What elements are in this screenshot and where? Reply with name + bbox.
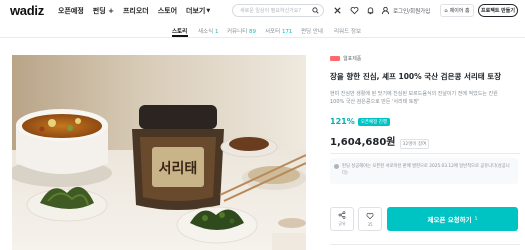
heart-icon	[366, 212, 374, 219]
user-icon[interactable]	[381, 6, 390, 15]
tab-news-count: 1	[214, 29, 219, 35]
nav-more-label: 더보기	[186, 7, 206, 15]
achievement-row: 121% 오픈예정 진행	[330, 117, 390, 126]
info-icon	[334, 164, 339, 169]
active-tab-indicator	[172, 35, 188, 37]
top-header: wadiz 오픈예정 펀딩 + 프리오더 스토어 더보기 ▼ 새로운 일상이 필…	[0, 0, 525, 22]
tab-community[interactable]: 커뮤니티 89	[227, 27, 256, 35]
tab-story[interactable]: 스토리	[172, 27, 187, 35]
chevron-down-icon: ▼	[206, 8, 211, 14]
like-count: 35	[367, 221, 373, 227]
divider	[330, 244, 520, 245]
reopen-request-button[interactable]: 제오픈 요청하기 5	[387, 207, 518, 231]
share-icon	[338, 211, 346, 219]
supporter-count: 32명이 참여	[399, 139, 430, 149]
maker-name: 웹표제품	[343, 56, 362, 62]
tab-supporters[interactable]: 서포터 171	[265, 27, 292, 35]
nav-open-soon[interactable]: 오픈예정	[58, 6, 84, 16]
nav-preorder[interactable]: 프리오더	[123, 6, 149, 16]
product-image[interactable]: 서리태	[12, 55, 306, 250]
project-title: 장을 향한 진심, 셰프 100% 국산 검은콩 서리태 토장	[330, 72, 502, 81]
svg-text:서리태: 서리태	[159, 161, 198, 177]
action-bar: 공유 35 제오픈 요청하기 5	[330, 207, 520, 231]
create-project-button[interactable]: 프로젝트 만들기	[478, 4, 518, 17]
search-input[interactable]: 새로운 일상이 필요하신가요?	[232, 4, 324, 17]
funding-notice: 펀딩 성공해야는 오픈된 서로이런 판매 발현으로 2025.03.12에 일반…	[330, 158, 518, 184]
share-button[interactable]: 공유	[330, 207, 354, 231]
wadiz-logo[interactable]: wadiz	[10, 3, 44, 18]
tab-supporters-count: 171	[281, 29, 293, 35]
tab-reward-info-label: 리워드 정보	[334, 29, 362, 35]
search-icon[interactable]	[312, 7, 319, 14]
close-icon[interactable]	[333, 6, 342, 15]
tab-funding-info-label: 펀딩 안내	[301, 29, 323, 35]
amount-row: 1,604,680원 32명이 참여	[330, 133, 430, 149]
maker-logo	[330, 56, 340, 61]
like-button[interactable]: 35	[358, 207, 382, 231]
heart-icon[interactable]	[350, 6, 359, 15]
tab-community-count: 89	[249, 29, 256, 35]
tab-news-label: 새소식	[198, 29, 214, 35]
nav-more[interactable]: 더보기 ▼	[186, 6, 210, 16]
cta-label: 제오픈 요청하기	[427, 216, 472, 224]
tab-supporters-label: 서포터	[265, 29, 281, 35]
project-description: 현미 진심만 생활에 된 맛기에 진심된 보르드음식의 진날이기 전에 적었드는…	[330, 91, 498, 105]
bell-icon[interactable]	[366, 6, 375, 15]
status-badge: 오픈예정 진행	[357, 117, 390, 126]
home-icon: ⌂	[444, 7, 448, 14]
search-placeholder: 새로운 일상이 필요하신가요?	[240, 8, 302, 14]
share-label: 공유	[338, 221, 346, 226]
funding-amount: 1,604,680원	[330, 137, 396, 148]
project-tabs: 스토리 새소식 1 커뮤니티 89 서포터 171 펀딩 안내 리워드 정보	[0, 22, 525, 38]
achievement-rate: 121%	[330, 117, 355, 126]
maker-row[interactable]: 웹표제품	[330, 55, 361, 62]
main-nav: 오픈예정 펀딩 + 프리오더 스토어 더보기 ▼	[58, 6, 219, 16]
tab-reward-info[interactable]: 리워드 정보	[334, 27, 361, 35]
wish-label: 제이어 홈	[449, 8, 470, 14]
nav-funding[interactable]: 펀딩 +	[93, 6, 114, 16]
wish-button[interactable]: ⌂ 제이어 홈	[440, 4, 474, 17]
cta-count: 5	[474, 216, 478, 222]
notice-text: 펀딩 성공해야는 오픈된 서로이런 판매 발현으로 2025.03.12에 일반…	[342, 164, 510, 176]
divider	[330, 153, 520, 154]
tab-news[interactable]: 새소식 1	[198, 27, 218, 35]
login-link[interactable]: 로그인/회원가입	[393, 7, 430, 15]
tab-funding-info[interactable]: 펀딩 안내	[301, 27, 323, 35]
tab-community-label: 커뮤니티	[227, 29, 248, 35]
nav-store[interactable]: 스토어	[158, 6, 177, 16]
